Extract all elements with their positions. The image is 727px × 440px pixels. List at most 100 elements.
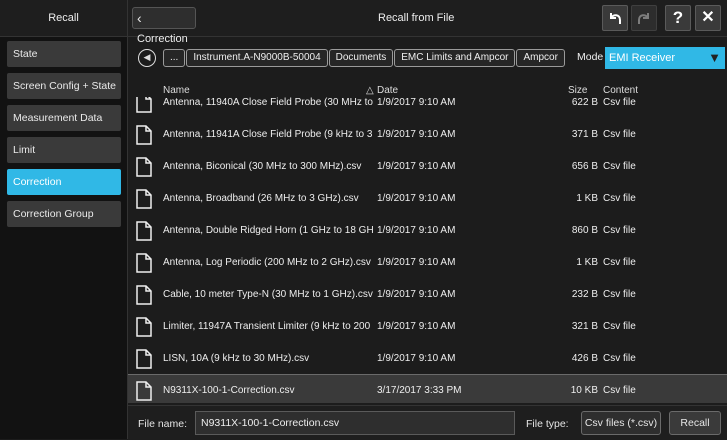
file-content-cell: Csv file — [603, 193, 636, 204]
file-icon — [136, 317, 152, 340]
breadcrumb-ellipsis[interactable]: ... — [163, 49, 186, 67]
menu-item-screen-config-state[interactable]: Screen Config + State — [7, 73, 121, 99]
file-size-cell: 321 B — [571, 321, 598, 332]
bottom-bar: File name: N9311X-100-1-Correction.csv F… — [128, 405, 727, 440]
file-content-cell: Csv file — [603, 225, 636, 236]
file-name-cell: Antenna, Log Periodic (200 MHz to 2 GHz)… — [163, 257, 371, 268]
redo-icon — [638, 13, 649, 24]
breadcrumb-instrument[interactable]: Instrument.A-N9000B-50004 — [186, 49, 328, 67]
file-size-cell: 656 B — [571, 161, 598, 172]
table-row[interactable]: N9311X-100-1-Correction.csv 3/17/2017 3:3… — [128, 374, 727, 403]
recall-side-panel: Recall State Screen Config + State Measu… — [0, 0, 128, 439]
table-row[interactable]: Antenna, Biconical (30 MHz to 300 MHz).c… — [128, 151, 727, 183]
back-button[interactable]: ‹Correction — [132, 7, 196, 45]
file-date-cell: 1/9/2017 9:10 AM — [377, 193, 456, 204]
mode-label: Mode — [577, 51, 604, 63]
column-header-date[interactable]: Date — [377, 84, 398, 97]
file-size-cell: 1 KB — [576, 193, 598, 204]
file-name-cell: Cable, 10 meter Type-N (30 MHz to 1 GHz)… — [163, 289, 373, 300]
undo-button[interactable] — [602, 5, 628, 31]
file-name-cell: Antenna, Double Ridged Horn (1 GHz to 18… — [163, 225, 374, 236]
file-date-cell: 1/9/2017 9:10 AM — [377, 129, 456, 140]
top-bar: ‹Correction Recall from File ? ✕ — [128, 0, 727, 45]
file-size-cell: 860 B — [571, 225, 598, 236]
file-icon — [136, 97, 152, 116]
file-name-cell: Limiter, 11947A Transient Limiter (9 kHz… — [163, 321, 371, 332]
close-button[interactable]: ✕ — [695, 5, 721, 31]
table-row[interactable]: Limiter, 11947A Transient Limiter (9 kHz… — [128, 311, 727, 343]
file-icon — [136, 221, 152, 244]
menu-item-limit[interactable]: Limit — [7, 137, 121, 163]
breadcrumb: ... Instrument.A-N9000B-50004 Documents … — [163, 49, 566, 67]
file-table-header: Name △ Date Size Content — [128, 84, 727, 97]
file-icon — [136, 381, 152, 403]
column-header-content[interactable]: Content — [603, 84, 638, 97]
file-date-cell: 1/9/2017 9:10 AM — [377, 289, 456, 300]
table-row[interactable]: Antenna, Double Ridged Horn (1 GHz to 18… — [128, 215, 727, 247]
breadcrumb-emc-limits[interactable]: EMC Limits and Ampcor — [394, 49, 516, 67]
file-date-cell: 1/9/2017 9:10 AM — [377, 97, 456, 108]
mode-dropdown[interactable]: EMI Receiver ▼ — [605, 47, 725, 69]
file-type-dropdown[interactable]: Csv files (*.csv) — [581, 411, 661, 435]
file-icon — [136, 285, 152, 308]
file-date-cell: 1/9/2017 9:10 AM — [377, 225, 456, 236]
help-button[interactable]: ? — [665, 5, 691, 31]
file-content-cell: Csv file — [603, 161, 636, 172]
file-content-cell: Csv file — [603, 289, 636, 300]
file-content-cell: Csv file — [603, 385, 636, 396]
file-size-cell: 232 B — [571, 289, 598, 300]
file-size-cell: 371 B — [571, 129, 598, 140]
file-icon — [136, 349, 152, 372]
file-icon — [136, 189, 152, 212]
redo-button[interactable] — [631, 5, 657, 31]
breadcrumb-ampcor[interactable]: Ampcor — [516, 49, 565, 67]
menu-item-measurement-data[interactable]: Measurement Data — [7, 105, 121, 131]
file-icon — [136, 157, 152, 180]
table-row[interactable]: Antenna, 11941A Close Field Probe (9 kHz… — [128, 119, 727, 151]
file-content-cell: Csv file — [603, 97, 636, 108]
help-icon: ? — [672, 8, 684, 27]
file-name-cell: N9311X-100-1-Correction.csv — [163, 385, 295, 396]
menu-item-correction[interactable]: Correction — [7, 169, 121, 195]
table-row[interactable]: Antenna, Log Periodic (200 MHz to 2 GHz)… — [128, 247, 727, 279]
file-name-cell: Antenna, Broadband (26 MHz to 3 GHz).csv — [163, 193, 359, 204]
close-icon: ✕ — [701, 9, 715, 26]
column-header-size[interactable]: Size — [568, 84, 587, 97]
file-content-cell: Csv file — [603, 129, 636, 140]
file-size-cell: 622 B — [571, 97, 598, 108]
file-date-cell: 1/9/2017 9:10 AM — [377, 161, 456, 172]
panel-title: Recall — [0, 0, 127, 37]
dialog-title: Recall from File — [378, 12, 455, 24]
table-row[interactable]: Cable, 10 meter Type-N (30 MHz to 1 GHz)… — [128, 279, 727, 311]
file-size-cell: 426 B — [571, 353, 598, 364]
back-circle-icon[interactable]: ◀ — [138, 49, 156, 67]
menu-item-correction-group[interactable]: Correction Group — [7, 201, 121, 227]
file-content-cell: Csv file — [603, 321, 636, 332]
file-date-cell: 1/9/2017 9:10 AM — [377, 257, 456, 268]
file-name-cell: Antenna, 11941A Close Field Probe (9 kHz… — [163, 129, 373, 140]
file-name-label: File name: — [138, 418, 188, 430]
breadcrumb-documents[interactable]: Documents — [328, 49, 394, 67]
table-row[interactable]: Antenna, Broadband (26 MHz to 3 GHz).csv… — [128, 183, 727, 215]
table-row[interactable]: Antenna, 11940A Close Field Probe (30 MH… — [128, 97, 727, 119]
menu-item-state[interactable]: State — [7, 41, 121, 67]
file-icon — [136, 125, 152, 148]
file-type-label: File type: — [526, 418, 569, 430]
file-date-cell: 1/9/2017 9:10 AM — [377, 321, 456, 332]
file-date-cell: 3/17/2017 3:33 PM — [377, 385, 462, 396]
dropdown-arrow-icon: ▼ — [708, 50, 721, 65]
file-content-cell: Csv file — [603, 257, 636, 268]
file-name-cell: LISN, 10A (9 kHz to 30 MHz).csv — [163, 353, 310, 364]
file-name-cell: Antenna, Biconical (30 MHz to 300 MHz).c… — [163, 161, 362, 172]
recall-button[interactable]: Recall — [669, 411, 721, 435]
file-content-cell: Csv file — [603, 353, 636, 364]
sort-ascending-icon: △ — [366, 85, 374, 96]
column-header-name[interactable]: Name — [163, 84, 190, 97]
table-row[interactable]: LISN, 10A (9 kHz to 30 MHz).csv 1/9/2017 … — [128, 343, 727, 375]
file-date-cell: 1/9/2017 9:10 AM — [377, 353, 456, 364]
path-bar: ◀ ... Instrument.A-N9000B-50004 Document… — [128, 37, 727, 77]
mode-value: EMI Receiver — [609, 52, 676, 64]
file-icon — [136, 253, 152, 276]
file-size-cell: 10 KB — [570, 385, 598, 396]
file-name-input[interactable]: N9311X-100-1-Correction.csv — [195, 411, 515, 435]
